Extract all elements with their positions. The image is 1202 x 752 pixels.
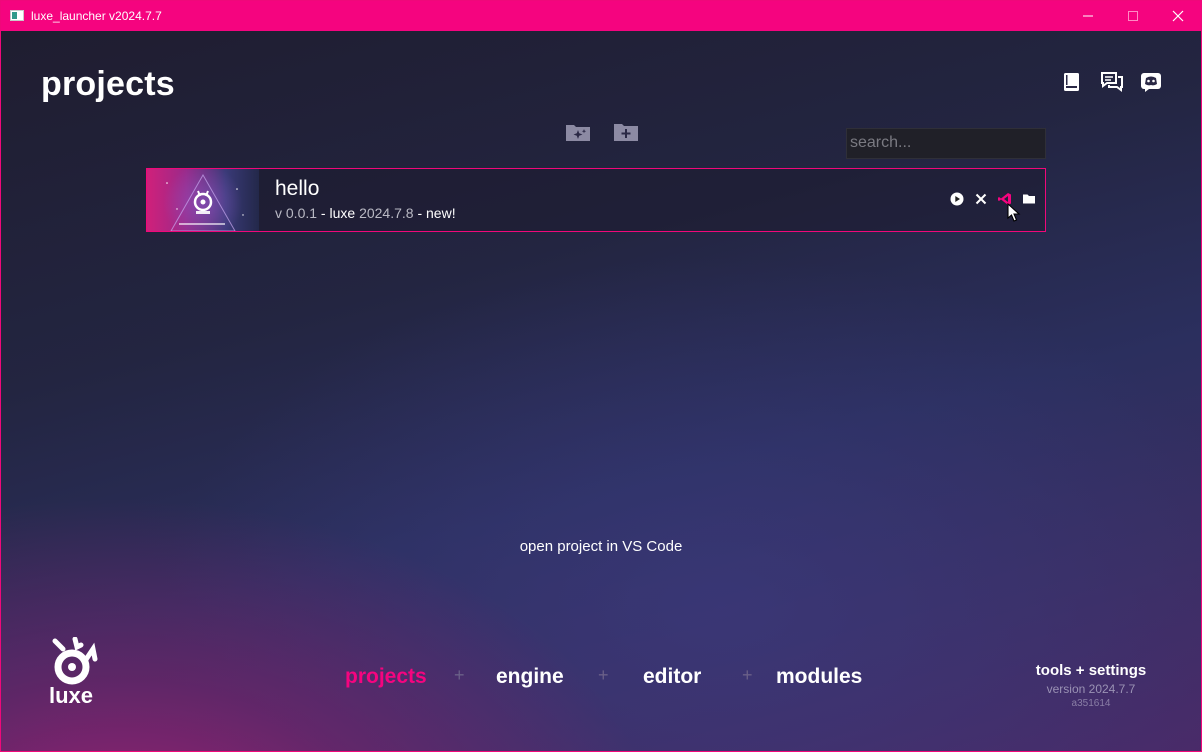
project-card[interactable]: hello v 0.0.1 - luxe 2024.7.8 - new! bbox=[146, 168, 1046, 232]
window-title: luxe_launcher v2024.7.7 bbox=[31, 9, 162, 23]
action-tooltip: open project in VS Code bbox=[519, 538, 683, 555]
new-project-template-icon[interactable] bbox=[565, 121, 591, 143]
maximize-button[interactable] bbox=[1110, 1, 1156, 31]
brand-name: luxe bbox=[49, 683, 94, 708]
nav-engine[interactable]: engine bbox=[496, 665, 564, 689]
nav-separator: + bbox=[742, 665, 753, 685]
discord-icon[interactable] bbox=[1140, 71, 1162, 93]
minimize-button[interactable] bbox=[1065, 1, 1111, 31]
remove-icon[interactable] bbox=[973, 191, 989, 207]
project-name: hello bbox=[275, 177, 320, 200]
tools-settings-link[interactable]: tools + settings bbox=[1001, 662, 1181, 679]
project-thumbnail-art-icon bbox=[166, 173, 244, 231]
search-placeholder: search... bbox=[850, 134, 912, 151]
project-version-prefix: v bbox=[275, 205, 282, 221]
project-engine-version: 2024.7.8 bbox=[359, 205, 414, 221]
app-icon bbox=[10, 10, 24, 21]
app-window: luxe_launcher v2024.7.7 projects search.… bbox=[0, 0, 1202, 752]
project-status: new! bbox=[426, 205, 456, 221]
mouse-cursor-icon bbox=[1007, 202, 1021, 223]
feedback-icon[interactable] bbox=[1100, 71, 1123, 93]
add-project-folder-icon[interactable] bbox=[613, 121, 639, 143]
nav-projects[interactable]: projects bbox=[345, 665, 427, 689]
meta-separator: - bbox=[417, 205, 423, 221]
book-icon[interactable] bbox=[1061, 71, 1083, 93]
project-version: 0.0.1 bbox=[285, 205, 318, 221]
project-meta: v 0.0.1 - luxe 2024.7.8 - new! bbox=[275, 205, 456, 221]
project-engine-label: luxe bbox=[329, 205, 356, 221]
search-input[interactable]: search... bbox=[846, 128, 1046, 159]
maximize-icon bbox=[1128, 11, 1138, 21]
main-content: projects search... hello v 0.0.1 - luxe … bbox=[1, 31, 1201, 751]
folder-icon[interactable] bbox=[1021, 191, 1037, 207]
nav-separator: + bbox=[598, 665, 609, 685]
close-button[interactable] bbox=[1155, 1, 1201, 31]
minimize-icon bbox=[1083, 15, 1093, 17]
nav-modules[interactable]: modules bbox=[776, 665, 862, 689]
meta-separator: - bbox=[320, 205, 326, 221]
nav-separator: + bbox=[454, 665, 465, 685]
build-hash: a351614 bbox=[1071, 698, 1111, 709]
project-thumbnail bbox=[147, 169, 259, 231]
nav-editor[interactable]: editor bbox=[643, 665, 701, 689]
title-bar[interactable]: luxe_launcher v2024.7.7 bbox=[1, 1, 1201, 31]
page-title: projects bbox=[41, 65, 175, 103]
play-icon[interactable] bbox=[949, 191, 965, 207]
close-icon bbox=[1172, 10, 1184, 22]
version-label: version 2024.7.7 bbox=[1046, 682, 1136, 696]
